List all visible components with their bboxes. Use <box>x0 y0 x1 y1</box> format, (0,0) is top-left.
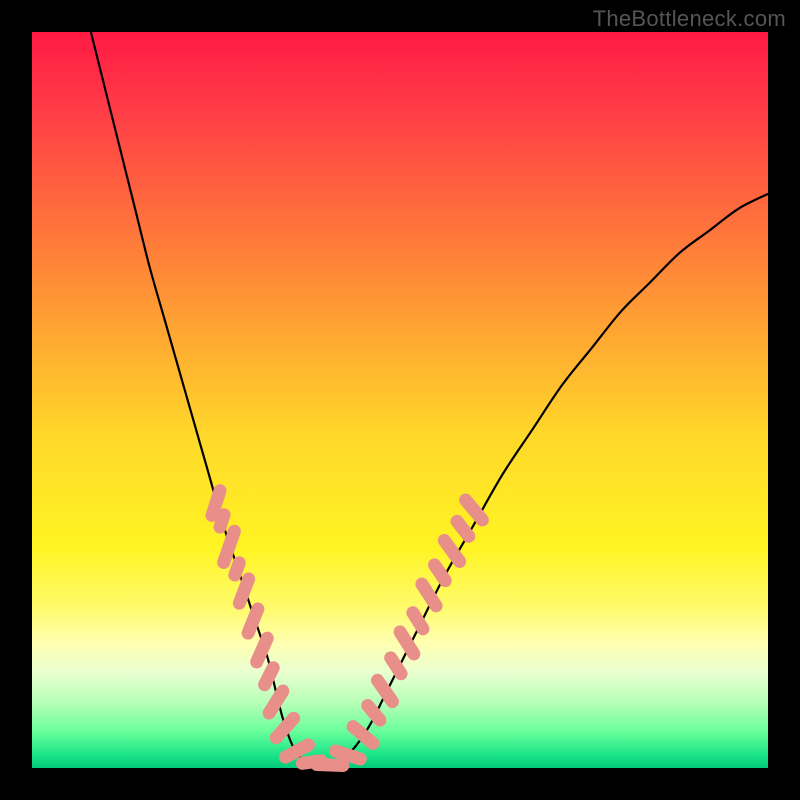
plot-area <box>32 32 768 768</box>
background-gradient <box>32 32 768 768</box>
chart-frame <box>32 32 768 768</box>
watermark-text: TheBottleneck.com <box>593 6 786 32</box>
